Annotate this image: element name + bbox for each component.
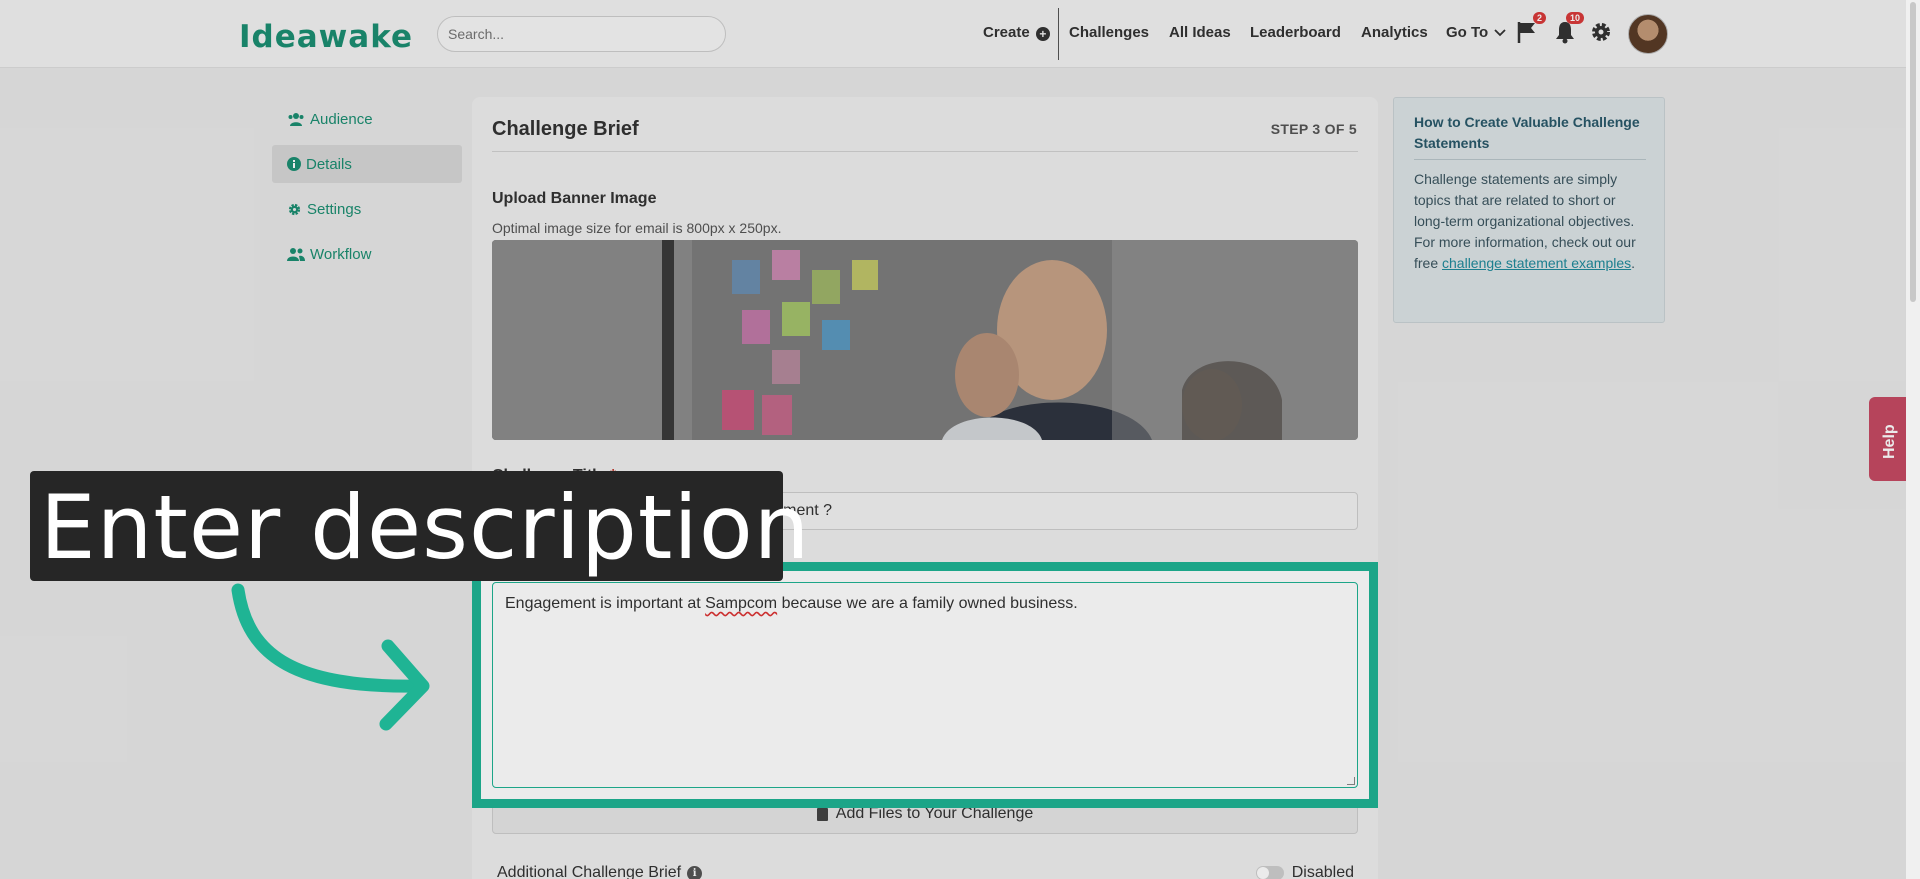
upload-banner-hint: Optimal image size for email is 800px x … bbox=[492, 220, 782, 236]
flag-icon bbox=[1517, 22, 1535, 43]
sidebar-item-label: Audience bbox=[310, 110, 373, 128]
gear-icon bbox=[1592, 23, 1610, 41]
info-circle-icon bbox=[287, 157, 301, 171]
gear-icon bbox=[288, 203, 301, 215]
user-avatar[interactable] bbox=[1628, 14, 1668, 54]
banner-image[interactable] bbox=[492, 240, 1358, 440]
help-tab-label[interactable]: Help bbox=[1874, 412, 1906, 472]
ideawake-logo[interactable]: Ideawake bbox=[239, 19, 413, 55]
additional-brief-text: Additional Challenge Brief bbox=[497, 864, 682, 879]
sidebar-item-label: Workflow bbox=[310, 245, 372, 263]
tip-body-end: . bbox=[1631, 255, 1636, 271]
sidebar-item-label: Settings bbox=[307, 200, 362, 218]
nav-divider bbox=[1058, 8, 1059, 60]
upload-banner-label: Upload Banner Image bbox=[492, 190, 657, 207]
users-icon bbox=[288, 113, 304, 126]
wizard-sidebar: Audience Details Settings Workflow bbox=[272, 100, 462, 280]
tip-body: Challenge statements are simply topics t… bbox=[1414, 169, 1646, 274]
sidebar-item-details[interactable]: Details bbox=[272, 145, 462, 183]
plus-circle-icon: + bbox=[1035, 27, 1050, 41]
sidebar-item-settings[interactable]: Settings bbox=[272, 190, 462, 228]
chevron-down-icon bbox=[1494, 29, 1507, 37]
flag-button[interactable]: 2 bbox=[1516, 12, 1546, 44]
resize-handle[interactable] bbox=[1347, 777, 1355, 785]
go-to-label: Go To bbox=[1446, 24, 1489, 41]
notifications-button[interactable]: 10 bbox=[1554, 12, 1584, 44]
step-indicator: STEP 3 OF 5 bbox=[1270, 121, 1357, 137]
description-highlight: Engagement is important at Sampcom becau… bbox=[472, 562, 1378, 808]
tip-title: How to Create Valuable Challenge Stateme… bbox=[1414, 114, 1640, 151]
user-group-icon bbox=[287, 248, 305, 261]
create-label: Create bbox=[983, 24, 1030, 41]
tip-panel: How to Create Valuable Challenge Stateme… bbox=[1393, 97, 1665, 323]
notification-count-badge: 10 bbox=[1565, 12, 1584, 24]
sidebar-item-label: Details bbox=[306, 155, 352, 173]
sidebar-item-workflow[interactable]: Workflow bbox=[272, 235, 462, 273]
info-icon[interactable]: i bbox=[687, 865, 703, 879]
challenge-description-textarea[interactable]: Engagement is important at Sampcom becau… bbox=[492, 582, 1358, 788]
settings-button[interactable] bbox=[1589, 20, 1613, 44]
description-text-pre: Engagement is important at bbox=[505, 595, 706, 612]
page-title: Challenge Brief bbox=[492, 118, 639, 140]
toggle-switch[interactable] bbox=[1255, 866, 1284, 879]
curved-arrow-icon bbox=[231, 583, 430, 731]
nav-analytics[interactable]: Analytics bbox=[1361, 24, 1428, 41]
sidebar-item-audience[interactable]: Audience bbox=[272, 100, 462, 138]
additional-brief-label: Additional Challenge Brief i bbox=[497, 864, 703, 879]
search-input[interactable] bbox=[437, 16, 726, 52]
scrollbar-thumb[interactable] bbox=[1910, 2, 1916, 302]
additional-brief-toggle[interactable]: Disabled bbox=[1255, 864, 1354, 879]
annotation-text: Enter description bbox=[40, 476, 811, 579]
description-text-post: because we are a family owned business. bbox=[777, 595, 1078, 612]
challenge-statement-examples-link[interactable]: challenge statement examples bbox=[1442, 255, 1631, 271]
top-navbar: Ideawake Create + Challenges All Ideas L… bbox=[0, 0, 1920, 68]
divider bbox=[492, 151, 1358, 152]
nav-go-to[interactable]: Go To bbox=[1446, 24, 1507, 41]
create-menu[interactable]: Create + bbox=[983, 24, 1050, 41]
banner-photo bbox=[492, 240, 1358, 440]
file-icon bbox=[816, 807, 828, 821]
description-misspelled-word: Sampcom bbox=[705, 595, 778, 612]
toggle-state-label: Disabled bbox=[1291, 864, 1354, 879]
help-label: Help bbox=[1881, 424, 1898, 460]
nav-all-ideas[interactable]: All Ideas bbox=[1169, 24, 1231, 41]
nav-leaderboard[interactable]: Leaderboard bbox=[1250, 24, 1341, 41]
tip-divider bbox=[1414, 159, 1646, 160]
flag-count-badge: 2 bbox=[1532, 12, 1546, 24]
nav-challenges[interactable]: Challenges bbox=[1069, 24, 1149, 41]
